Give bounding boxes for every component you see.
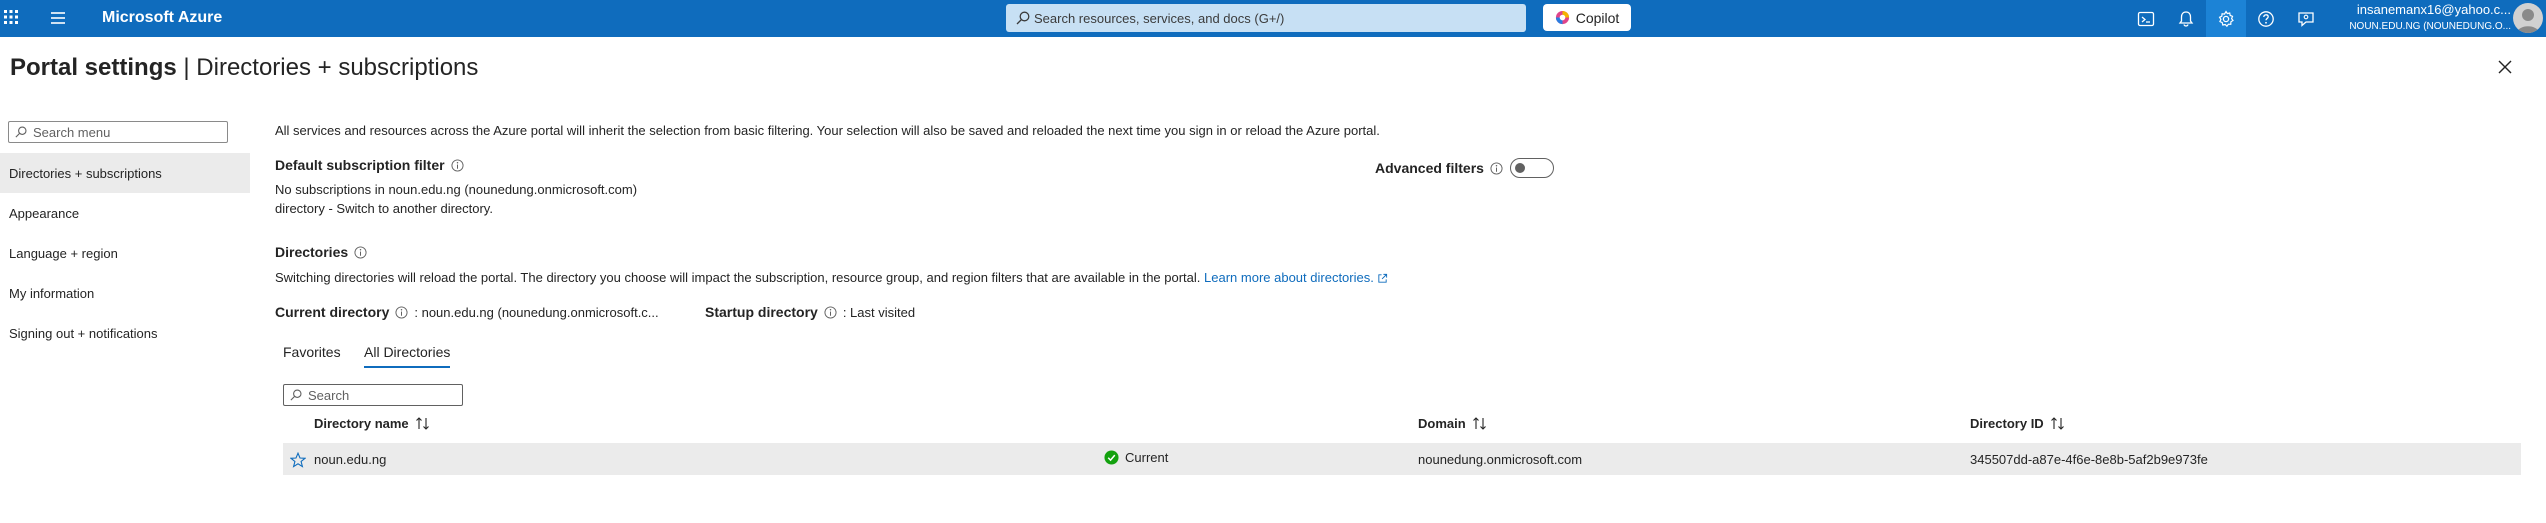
- directories-description: Switching directories will reload the po…: [275, 270, 1388, 285]
- copilot-icon: [1555, 10, 1569, 25]
- column-header-domain[interactable]: Domain: [1418, 416, 1488, 431]
- directory-name-cell: noun.edu.ng: [314, 452, 387, 467]
- directory-search-placeholder: Search: [308, 387, 350, 403]
- tab-label: Favorites: [283, 344, 341, 360]
- gear-icon: [2218, 9, 2234, 27]
- page-title: Portal settings | Directories + subscrip…: [10, 54, 478, 82]
- directory-id-cell: 345507dd-a87e-4f6e-8e8b-5af2b9e973fe: [1970, 452, 2208, 467]
- directories-title: Directories: [275, 244, 349, 260]
- hamburger-menu-icon[interactable]: [48, 8, 68, 28]
- no-subscriptions-line2[interactable]: directory - Switch to another directory.: [275, 201, 493, 216]
- column-header-label: Domain: [1418, 416, 1466, 431]
- copilot-button[interactable]: Copilot: [1543, 4, 1631, 31]
- feedback-icon: [2298, 11, 2314, 27]
- advanced-filters-heading: Advanced filters: [1375, 160, 1503, 176]
- search-icon: [1016, 11, 1030, 25]
- sidebar-item-directories-subscriptions[interactable]: Directories + subscriptions: [0, 153, 250, 193]
- favorite-star-icon[interactable]: [290, 452, 306, 468]
- column-header-directory-id[interactable]: Directory ID: [1970, 416, 2066, 431]
- info-icon[interactable]: [451, 158, 464, 172]
- directories-desc-text: Switching directories will reload the po…: [275, 270, 1201, 285]
- sidebar-item-label: My information: [9, 285, 95, 301]
- search-icon: [15, 126, 27, 138]
- settings-button[interactable]: [2206, 0, 2246, 37]
- cloud-shell-icon: [2137, 11, 2155, 26]
- account-email: insanemanx16@yahoo.c...: [2356, 3, 2511, 17]
- sidebar-item-label: Signing out + notifications: [9, 325, 158, 341]
- sidebar-item-label: Directories + subscriptions: [9, 165, 162, 181]
- advanced-filters-label: Advanced filters: [1375, 160, 1484, 176]
- status-badge: Current: [1104, 450, 1168, 465]
- copilot-label: Copilot: [1575, 9, 1620, 26]
- intro-text: All services and resources across the Az…: [275, 123, 1380, 138]
- info-icon[interactable]: [1490, 161, 1503, 175]
- default-filter-title: Default subscription filter: [275, 157, 445, 173]
- sidebar-item-label: Appearance: [9, 205, 80, 221]
- column-header-directory-name[interactable]: Directory name: [314, 416, 431, 431]
- advanced-filters-toggle[interactable]: [1510, 158, 1554, 178]
- tab-label: All Directories: [364, 344, 451, 360]
- feedback-button[interactable]: [2286, 0, 2326, 37]
- startup-directory: Startup directory : Last visited: [705, 304, 915, 320]
- tab-favorites[interactable]: Favorites: [283, 344, 341, 366]
- startup-directory-value: : Last visited: [842, 304, 916, 320]
- notifications-button[interactable]: [2166, 0, 2206, 37]
- avatar[interactable]: [2513, 3, 2543, 33]
- info-icon[interactable]: [395, 305, 408, 319]
- page-title-main: Portal settings: [10, 54, 177, 81]
- directories-heading: Directories: [275, 244, 367, 260]
- directory-search-input[interactable]: Search: [283, 384, 463, 406]
- sort-icon: [415, 417, 429, 430]
- sidebar-search-input[interactable]: Search menu: [8, 121, 228, 143]
- cloud-shell-button[interactable]: [2126, 0, 2166, 37]
- sidebar-search-placeholder: Search menu: [33, 124, 111, 140]
- sort-icon: [2050, 417, 2064, 430]
- help-button[interactable]: [2246, 0, 2286, 37]
- column-header-label: Directory ID: [1970, 416, 2044, 431]
- bell-icon: [2178, 10, 2194, 27]
- no-subscriptions-line1: No subscriptions in noun.edu.ng (nounedu…: [275, 182, 638, 197]
- current-directory: Current directory : noun.edu.ng (nounedu…: [275, 304, 659, 320]
- search-icon: [290, 389, 302, 401]
- external-link-icon[interactable]: [1377, 273, 1388, 284]
- info-icon[interactable]: [354, 245, 367, 259]
- learn-more-link[interactable]: Learn more about directories.: [1204, 270, 1374, 285]
- current-directory-label: Current directory: [275, 304, 390, 320]
- global-search-input[interactable]: Search resources, services, and docs (G+…: [1006, 4, 1526, 32]
- page-title-sub: Directories + subscriptions: [196, 54, 479, 81]
- domain-cell: nounedung.onmicrosoft.com: [1418, 452, 1583, 467]
- status-label: Current: [1125, 450, 1169, 465]
- help-icon: [2258, 10, 2274, 27]
- default-filter-heading: Default subscription filter: [275, 157, 464, 173]
- user-avatar-icon: [2517, 9, 2539, 33]
- top-bar: Microsoft Azure Search resources, servic…: [0, 0, 2546, 37]
- check-circle-icon: [1104, 450, 1119, 465]
- account-menu[interactable]: insanemanx16@yahoo.c... NOUN.EDU.NG (NOU…: [2346, 3, 2511, 34]
- current-directory-value: : noun.edu.ng (nounedung.onmicrosoft.c..…: [414, 304, 659, 320]
- brand-title[interactable]: Microsoft Azure: [102, 9, 222, 27]
- startup-directory-label: Startup directory: [705, 304, 818, 320]
- account-tenant: NOUN.EDU.NG (NOUNEDUNG.O...: [2349, 21, 2511, 32]
- page-title-separator: |: [183, 54, 190, 81]
- sidebar-item-my-information[interactable]: My information: [0, 273, 250, 313]
- sort-icon: [1472, 417, 1486, 430]
- global-search-placeholder: Search resources, services, and docs (G+…: [1034, 10, 1285, 26]
- sidebar-item-appearance[interactable]: Appearance: [0, 193, 250, 233]
- column-header-label: Directory name: [314, 416, 409, 431]
- sidebar-item-label: Language + region: [9, 245, 118, 261]
- sidebar-item-signing-out-notifications[interactable]: Signing out + notifications: [0, 313, 250, 353]
- app-launcher-icon[interactable]: [4, 10, 18, 24]
- sidebar-item-language-region[interactable]: Language + region: [0, 233, 250, 273]
- info-icon[interactable]: [824, 305, 837, 319]
- close-icon[interactable]: [2496, 58, 2514, 76]
- toggle-knob: [1515, 163, 1525, 173]
- tab-all-directories[interactable]: All Directories: [364, 344, 451, 368]
